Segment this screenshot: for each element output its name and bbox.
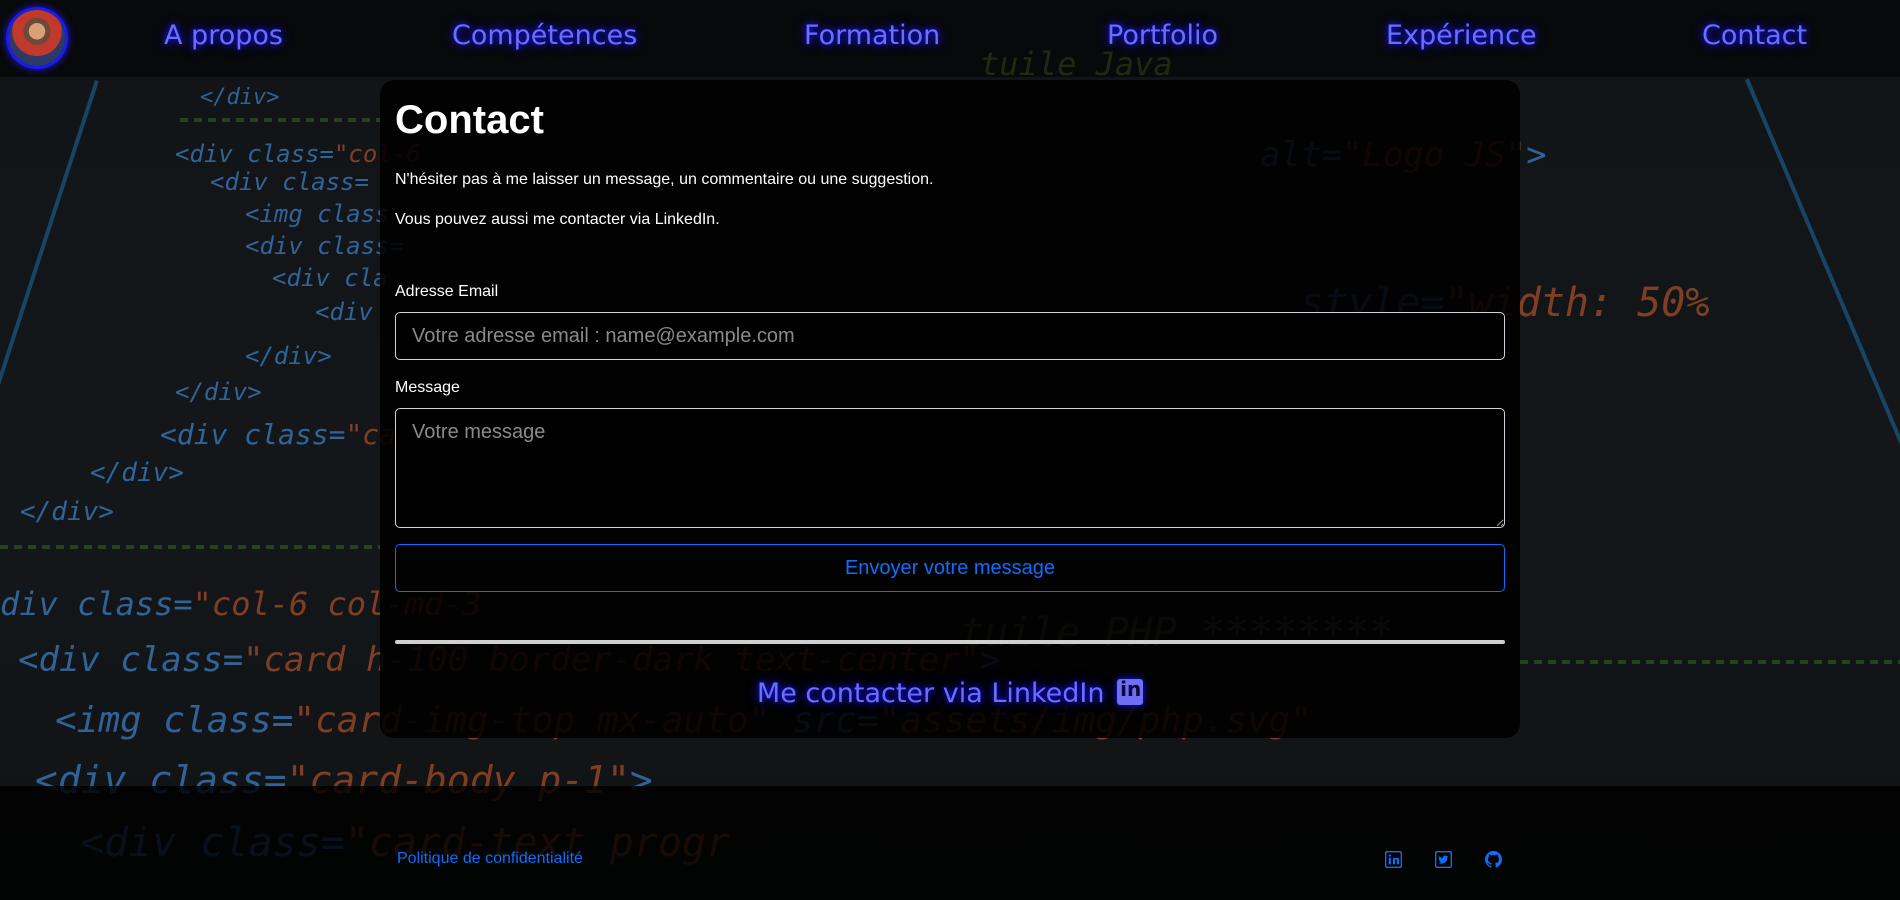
avatar[interactable] [9,10,65,66]
send-message-button[interactable]: Envoyer votre message [395,544,1505,592]
footer: Politique de confidentialité [0,786,1900,900]
nav-item-portfolio[interactable]: Portfolio [1107,20,1218,51]
linkedin-note: Vous pouvez aussi me contacter via Linke… [395,211,720,228]
message-field[interactable] [395,408,1505,528]
nav-item-experience[interactable]: Expérience [1386,20,1537,51]
page-title: Contact [395,98,544,142]
linkedin-icon [1117,677,1144,705]
twitter-icon[interactable] [1434,850,1453,869]
email-field[interactable] [395,312,1505,360]
nav-item-a-propos[interactable]: A propos [164,20,283,51]
email-label: Adresse Email [395,283,499,300]
nav-item-contact[interactable]: Contact [1702,20,1807,51]
linkedin-contact-link[interactable]: Me contacter via LinkedIn [380,677,1520,709]
contact-card: Contact N'hésiter pas à me laisser un me… [380,80,1520,738]
navbar: A propos Compétences Formation Portfolio… [0,0,1900,77]
privacy-policy-link[interactable]: Politique de confidentialité [397,850,583,868]
github-icon[interactable] [1485,851,1502,868]
divider [395,640,1505,644]
nav-item-formation[interactable]: Formation [804,20,940,51]
linkedin-icon[interactable] [1384,850,1403,869]
linkedin-contact-label: Me contacter via LinkedIn [756,678,1105,709]
message-label: Message [395,379,460,396]
nav-item-competences[interactable]: Compétences [452,20,637,51]
intro-text: N'hésiter pas à me laisser un message, u… [395,171,934,188]
